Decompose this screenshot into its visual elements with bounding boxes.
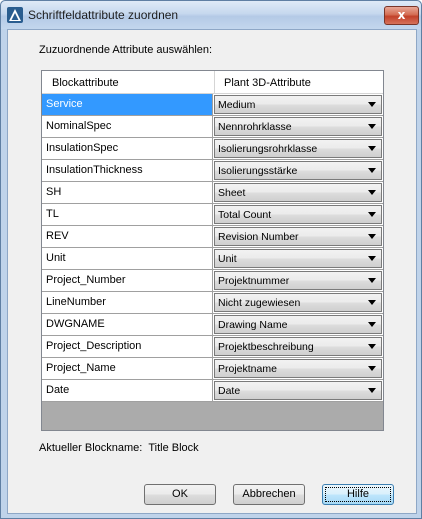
attribute-grid: Blockattribute Plant 3D-Attribute Servic… — [41, 70, 384, 431]
table-row[interactable]: TL Total Count — [42, 204, 383, 226]
table-row[interactable]: REV Revision Number — [42, 226, 383, 248]
plant3d-attribute-dropdown[interactable]: Isolierungsrohrklasse — [214, 139, 382, 158]
table-row[interactable]: Service Medium — [42, 94, 383, 116]
dropdown-value: Projektbeschreibung — [218, 341, 314, 353]
plant3d-attribute-dropdown[interactable]: Total Count — [214, 205, 382, 224]
table-row[interactable]: InsulationThickness Isolierungsstärke — [42, 160, 383, 182]
plant3d-attribute-dropdown[interactable]: Nicht zugewiesen — [214, 293, 382, 312]
plant3d-attribute-dropdown[interactable]: Drawing Name — [214, 315, 382, 334]
current-block-info: Aktueller Blockname: Title Block — [39, 442, 199, 454]
table-row[interactable]: SH Sheet — [42, 182, 383, 204]
chevron-down-icon[interactable] — [368, 300, 376, 305]
block-attribute-cell[interactable]: SH — [42, 182, 213, 203]
block-attribute-cell[interactable]: NominalSpec — [42, 116, 213, 137]
close-icon: x — [397, 8, 406, 22]
chevron-down-icon[interactable] — [368, 344, 376, 349]
chevron-down-icon[interactable] — [368, 212, 376, 217]
chevron-down-icon[interactable] — [368, 278, 376, 283]
table-row[interactable]: NominalSpec Nennrohrklasse — [42, 116, 383, 138]
chevron-down-icon[interactable] — [368, 102, 376, 107]
table-row[interactable]: Unit Unit — [42, 248, 383, 270]
close-button[interactable]: x — [384, 6, 419, 25]
dropdown-value: Date — [218, 385, 241, 397]
dropdown-value: Medium — [218, 99, 256, 111]
chevron-down-icon[interactable] — [368, 322, 376, 327]
plant3d-attribute-dropdown[interactable]: Projektnummer — [214, 271, 382, 290]
chevron-down-icon[interactable] — [368, 234, 376, 239]
dropdown-value: Isolierungsrohrklasse — [218, 143, 318, 155]
table-row[interactable]: Date Date — [42, 380, 383, 402]
block-attribute-cell[interactable]: TL — [42, 204, 213, 225]
block-attribute-cell[interactable]: Project_Number — [42, 270, 213, 291]
table-row[interactable]: DWGNAME Drawing Name — [42, 314, 383, 336]
block-attribute-cell[interactable]: Date — [42, 380, 213, 401]
chevron-down-icon[interactable] — [368, 366, 376, 371]
dropdown-value: Projektnummer — [218, 275, 290, 287]
chevron-down-icon[interactable] — [368, 190, 376, 195]
dropdown-value: Drawing Name — [218, 319, 288, 331]
dropdown-value: Total Count — [218, 209, 272, 221]
title-bar[interactable]: Schriftfeldattribute zuordnen x — [1, 1, 421, 29]
plant3d-attribute-dropdown[interactable]: Revision Number — [214, 227, 382, 246]
block-attribute-cell[interactable]: Project_Description — [42, 336, 213, 357]
dropdown-value: Revision Number — [218, 231, 299, 243]
focus-rectangle — [325, 487, 391, 502]
block-attribute-cell[interactable]: Project_Name — [42, 358, 213, 379]
plant3d-attribute-dropdown[interactable]: Unit — [214, 249, 382, 268]
plant3d-attribute-dropdown[interactable]: Isolierungsstärke — [214, 161, 382, 180]
table-row[interactable]: Project_Description Projektbeschreibung — [42, 336, 383, 358]
dialog-window: Schriftfeldattribute zuordnen x Zuzuordn… — [0, 0, 422, 519]
block-attribute-cell[interactable]: Service — [42, 94, 213, 115]
app-logo-icon — [7, 7, 23, 23]
plant3d-attribute-dropdown[interactable]: Projektbeschreibung — [214, 337, 382, 356]
table-row[interactable]: LineNumber Nicht zugewiesen — [42, 292, 383, 314]
grid-rows: Service Medium NominalSpec Nennrohrklasse In… — [42, 94, 383, 402]
block-attribute-cell[interactable]: DWGNAME — [42, 314, 213, 335]
dialog-body: Zuzuordnende Attribute auswählen: Blocka… — [7, 29, 417, 514]
help-button[interactable]: Hilfe — [322, 484, 394, 505]
block-attribute-cell[interactable]: InsulationSpec — [42, 138, 213, 159]
dropdown-value: Nennrohrklasse — [218, 121, 292, 133]
chevron-down-icon[interactable] — [368, 124, 376, 129]
cancel-button[interactable]: Abbrechen — [233, 484, 305, 505]
dropdown-value: Sheet — [218, 187, 246, 199]
block-name-label: Aktueller Blockname: — [39, 442, 143, 454]
dropdown-value: Unit — [218, 253, 237, 265]
plant3d-attribute-dropdown[interactable]: Nennrohrklasse — [214, 117, 382, 136]
plant3d-attribute-dropdown[interactable]: Medium — [214, 95, 382, 114]
column-header-plant3d-attribute[interactable]: Plant 3D-Attribute — [224, 77, 311, 89]
plant3d-attribute-dropdown[interactable]: Date — [214, 381, 382, 400]
chevron-down-icon[interactable] — [368, 168, 376, 173]
table-row[interactable]: Project_Number Projektnummer — [42, 270, 383, 292]
ok-button[interactable]: OK — [144, 484, 216, 505]
dropdown-value: Isolierungsstärke — [218, 165, 298, 177]
column-header-blockattribute[interactable]: Blockattribute — [52, 77, 119, 89]
plant3d-attribute-dropdown[interactable]: Projektname — [214, 359, 382, 378]
dropdown-value: Projektname — [218, 363, 277, 375]
plant3d-attribute-dropdown[interactable]: Sheet — [214, 183, 382, 202]
column-divider[interactable] — [214, 71, 215, 93]
block-attribute-cell[interactable]: LineNumber — [42, 292, 213, 313]
block-attribute-cell[interactable]: Unit — [42, 248, 213, 269]
chevron-down-icon[interactable] — [368, 388, 376, 393]
table-row[interactable]: InsulationSpec Isolierungsrohrklasse — [42, 138, 383, 160]
block-name-value: Title Block — [148, 442, 199, 454]
dropdown-value: Nicht zugewiesen — [218, 297, 301, 309]
block-attribute-cell[interactable]: InsulationThickness — [42, 160, 213, 181]
chevron-down-icon[interactable] — [368, 256, 376, 261]
block-attribute-cell[interactable]: REV — [42, 226, 213, 247]
window-title: Schriftfeldattribute zuordnen — [28, 8, 179, 22]
chevron-down-icon[interactable] — [368, 146, 376, 151]
grid-header: Blockattribute Plant 3D-Attribute — [42, 71, 383, 94]
instruction-label: Zuzuordnende Attribute auswählen: — [39, 44, 213, 56]
table-row[interactable]: Project_Name Projektname — [42, 358, 383, 380]
